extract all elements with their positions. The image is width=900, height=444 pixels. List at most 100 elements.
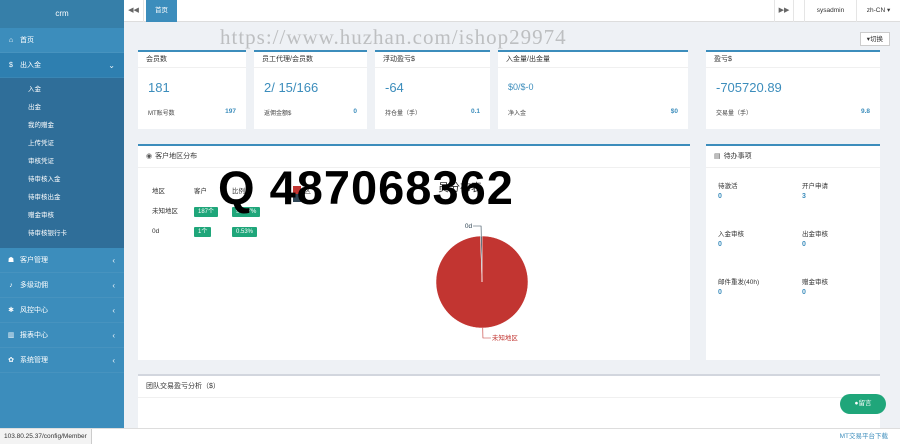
- panel-title: ▤ 待办事项: [706, 146, 880, 168]
- sidebar-item-label: 报表中心: [19, 332, 48, 339]
- sidebar-item-risk[interactable]: ✱ 风控中心 ‹: [0, 298, 124, 323]
- todo-value: 0: [718, 241, 722, 248]
- language-select[interactable]: zh-CN ▾: [856, 0, 900, 22]
- double-right-icon[interactable]: ▶▶: [774, 0, 794, 22]
- sidebar-item-home[interactable]: ⌂ 首页: [0, 28, 124, 53]
- cog-icon: ✿: [8, 357, 14, 364]
- message-button[interactable]: ●留言: [840, 394, 886, 414]
- stat-card-staff: 员工代理/会员数 2/ 15/166 返佣金额$ 0: [254, 50, 367, 129]
- watermark-qq: Q 487068362: [218, 161, 514, 214]
- app-logo[interactable]: crm: [0, 0, 124, 28]
- stat-value: $0/$-0: [508, 82, 534, 92]
- stat-value: 2/ 15/166: [264, 80, 319, 95]
- watermark-url: https://www.huzhan.com/ishop29974: [220, 25, 567, 49]
- main-content: ▾切换 会员数 181 MT账号数 197 员工代理/会员数 2/ 15/166…: [124, 22, 900, 428]
- chevron-left-icon: ‹: [112, 331, 115, 340]
- sidebar-item-reports[interactable]: ▥ 报表中心 ‹: [0, 323, 124, 348]
- submenu-item-bonus-review[interactable]: 赠金审核: [0, 207, 124, 225]
- submenu-item-my-bonus[interactable]: 我的赠金: [0, 117, 124, 135]
- stat-card-members: 会员数 181 MT账号数 197: [138, 50, 246, 129]
- switch-button[interactable]: ▾切换: [859, 32, 890, 46]
- sidebar-item-funds[interactable]: $ 出入金 ⌄: [0, 53, 124, 78]
- pie-label-line: [473, 225, 482, 237]
- stat-sub-label: 净入金: [508, 111, 527, 117]
- panel-title-text: 客户地区分布: [155, 153, 198, 160]
- user-menu[interactable]: sysadmin: [804, 0, 856, 22]
- todo-value: 0: [718, 289, 722, 296]
- stat-title: 浮动盈亏$: [375, 52, 490, 68]
- stat-sub-value: 9.8: [860, 108, 870, 115]
- sidebar-item-label: 客户管理: [19, 257, 48, 264]
- list-icon: ▤: [714, 153, 721, 160]
- funds-submenu: 入金 出金 我的赠金 上传凭证 审核凭证 待审核入金 待审核出金 赠金审核 待审…: [0, 78, 124, 248]
- globe-icon: ◉: [146, 153, 153, 160]
- download-link[interactable]: MT交易平台下载: [840, 429, 888, 444]
- pie-label: 0d: [465, 223, 473, 230]
- submenu-item-review-voucher[interactable]: 审核凭证: [0, 153, 124, 171]
- stat-sub-value: $0: [670, 108, 678, 115]
- submenu-item-withdraw[interactable]: 出金: [0, 99, 124, 117]
- stat-title: 会员数: [138, 52, 246, 68]
- chevron-down-icon: ⌄: [108, 61, 115, 70]
- todo-label: 开户申请: [802, 183, 828, 190]
- submenu-item-deposit[interactable]: 入金: [0, 81, 124, 99]
- stat-sub-value: 0: [353, 108, 357, 115]
- stat-sub-label: 持仓量（手）: [385, 111, 422, 117]
- pie-label: 未知地区: [492, 333, 519, 342]
- sidebar: crm ⌂ 首页 $ 出入金 ⌄ 入金 出金 我的赠金 上传凭证 审核凭证 待审…: [0, 0, 124, 428]
- todo-item[interactable]: 邮件重发(40h) 0: [718, 276, 759, 296]
- submenu-item-pending-deposit[interactable]: 待审核入金: [0, 171, 124, 189]
- stat-title: 员工代理/会员数: [254, 52, 367, 68]
- chevron-left-icon: ‹: [112, 356, 115, 365]
- sidebar-item-label: 首页: [19, 37, 34, 44]
- todo-item[interactable]: 赠金审核 0: [802, 276, 828, 296]
- panel-title: 团队交易盈亏分析（$）: [138, 376, 880, 398]
- status-bar: 103.80.25.37/config/Member MT交易平台下载: [0, 428, 900, 444]
- pie-label-line: [482, 327, 491, 339]
- stat-value: -705720.89: [716, 80, 782, 95]
- todo-item[interactable]: 开户申请 3: [802, 180, 828, 200]
- stat-card-floating-pl: 浮动盈亏$ -64 持仓量（手） 0.1: [375, 50, 490, 129]
- submenu-item-upload-voucher[interactable]: 上传凭证: [0, 135, 124, 153]
- todo-label: 入金审核: [718, 231, 744, 238]
- todo-value: 3: [802, 193, 806, 200]
- dollar-icon: $: [9, 62, 13, 69]
- sidebar-item-system[interactable]: ✿ 系统管理 ‹: [0, 348, 124, 373]
- double-left-icon[interactable]: ◀◀: [124, 0, 144, 22]
- stat-title: 盈亏$: [706, 52, 880, 68]
- top-nav: ◀◀ 首页 ▶▶ sysadmin zh-CN ▾: [124, 0, 900, 22]
- gear-icon: ✱: [8, 307, 14, 314]
- bar-chart-icon: ▥: [7, 332, 15, 339]
- todo-value: 0: [802, 289, 806, 296]
- sidebar-item-label: 风控中心: [19, 307, 48, 314]
- stat-card-profit-loss: 盈亏$ -705720.89 交易量（手） 9.8: [706, 50, 880, 129]
- stat-title: 入金量/出金量: [498, 52, 688, 68]
- todo-item[interactable]: 待激活 0: [718, 180, 738, 200]
- submenu-item-pending-bankcard[interactable]: 待审核银行卡: [0, 225, 124, 243]
- stat-sub-label: 返佣金额$: [264, 111, 292, 117]
- submenu-item-pending-withdraw[interactable]: 待审核出金: [0, 189, 124, 207]
- stat-sub-label: 交易量（手）: [716, 111, 753, 117]
- home-icon: ⌂: [8, 37, 14, 44]
- todo-panel: ▤ 待办事项 待激活 0 开户申请 3 入金审核 0 出金审核 0 邮件重发(40h) 0 …: [706, 144, 880, 360]
- todo-item[interactable]: 入金审核 0: [718, 228, 744, 248]
- todo-label: 邮件重发(40h): [718, 279, 760, 286]
- sidebar-item-label: 出入金: [19, 62, 41, 69]
- chevron-left-icon: ‹: [112, 306, 115, 315]
- tab-home[interactable]: 首页: [146, 0, 177, 22]
- status-url: 103.80.25.37/config/Member: [0, 429, 92, 444]
- stat-value: 181: [148, 80, 170, 95]
- sidebar-item-label: 系统管理: [19, 357, 48, 364]
- team-pl-panel: 团队交易盈亏分析（$）: [138, 374, 880, 428]
- stat-value: -64: [385, 80, 404, 95]
- stat-card-deposit-withdraw: 入金量/出金量 $0/$-0 净入金 $0: [498, 50, 688, 129]
- sidebar-item-commission[interactable]: ♪ 多级动佣 ‹: [0, 273, 124, 298]
- chevron-left-icon: ‹: [112, 281, 115, 290]
- user-icon: ☗: [7, 257, 15, 264]
- todo-label: 出金审核: [802, 231, 828, 238]
- chevron-left-icon: ‹: [112, 256, 115, 265]
- todo-item[interactable]: 出金审核 0: [802, 228, 828, 248]
- sidebar-item-customers[interactable]: ☗ 客户管理 ‹: [0, 248, 124, 273]
- stat-sub-label: MT账号数: [148, 111, 175, 117]
- sidebar-item-label: 多级动佣: [19, 282, 48, 289]
